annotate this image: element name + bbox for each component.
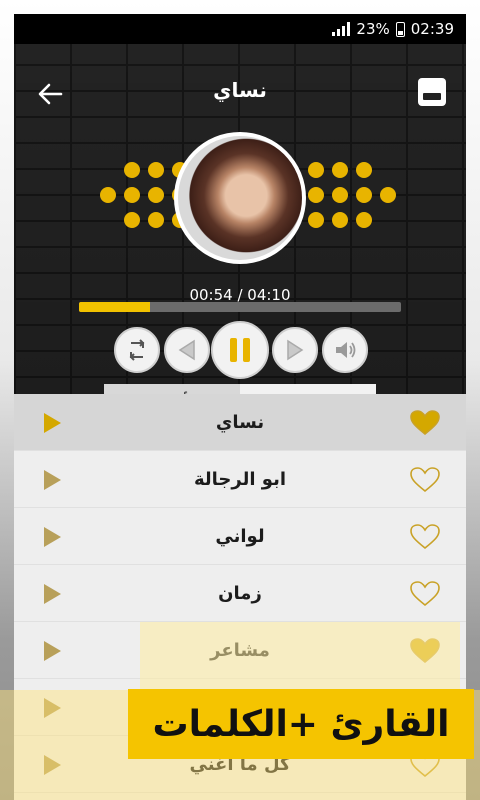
volume-button[interactable] xyxy=(322,327,368,373)
player-header: نساي 00:54 / 04:10 xyxy=(14,44,466,422)
promo-backdrop xyxy=(140,622,460,692)
heart-icon[interactable] xyxy=(410,581,440,607)
promo-banner: القارئ +الكلمات xyxy=(128,689,474,759)
song-title: ابو الرجالة xyxy=(193,468,286,490)
heart-icon[interactable] xyxy=(410,410,440,436)
play-icon[interactable] xyxy=(42,526,62,548)
seek-bar[interactable] xyxy=(79,302,401,312)
heart-icon[interactable] xyxy=(410,467,440,493)
clock: 02:39 xyxy=(410,20,454,38)
heart-icon[interactable] xyxy=(410,524,440,550)
song-title: لواني xyxy=(215,525,265,547)
list-item[interactable]: لواني xyxy=(14,508,466,565)
artist-avatar xyxy=(174,132,306,264)
list-item[interactable]: ابو الرجالة xyxy=(14,451,466,508)
equalizer-dots-right xyxy=(308,162,396,228)
previous-icon xyxy=(178,339,195,361)
repeat-button[interactable] xyxy=(114,327,160,373)
song-title: زمان xyxy=(218,582,262,604)
repeat-icon xyxy=(129,339,145,361)
lyrics-toggle-icon[interactable] xyxy=(418,78,446,106)
seek-bar-fill xyxy=(79,302,150,312)
pause-icon xyxy=(230,338,250,362)
song-title: نساي xyxy=(215,411,265,433)
play-icon[interactable] xyxy=(42,583,62,605)
battery-icon xyxy=(395,21,405,37)
previous-button[interactable] xyxy=(164,327,210,373)
playback-controls xyxy=(14,321,466,379)
next-icon xyxy=(287,339,304,361)
play-icon[interactable] xyxy=(42,469,62,491)
list-item[interactable]: نساي xyxy=(14,394,466,451)
page-title: نساي xyxy=(213,78,267,102)
signal-icon xyxy=(332,22,351,36)
volume-icon xyxy=(336,342,356,358)
battery-percent: 23% xyxy=(356,20,390,38)
status-bar: 23% 02:39 xyxy=(14,14,466,44)
play-icon[interactable] xyxy=(42,640,62,662)
pause-button[interactable] xyxy=(211,321,269,379)
play-icon[interactable] xyxy=(42,412,62,434)
list-item[interactable]: زمان xyxy=(14,565,466,622)
next-button[interactable] xyxy=(272,327,318,373)
